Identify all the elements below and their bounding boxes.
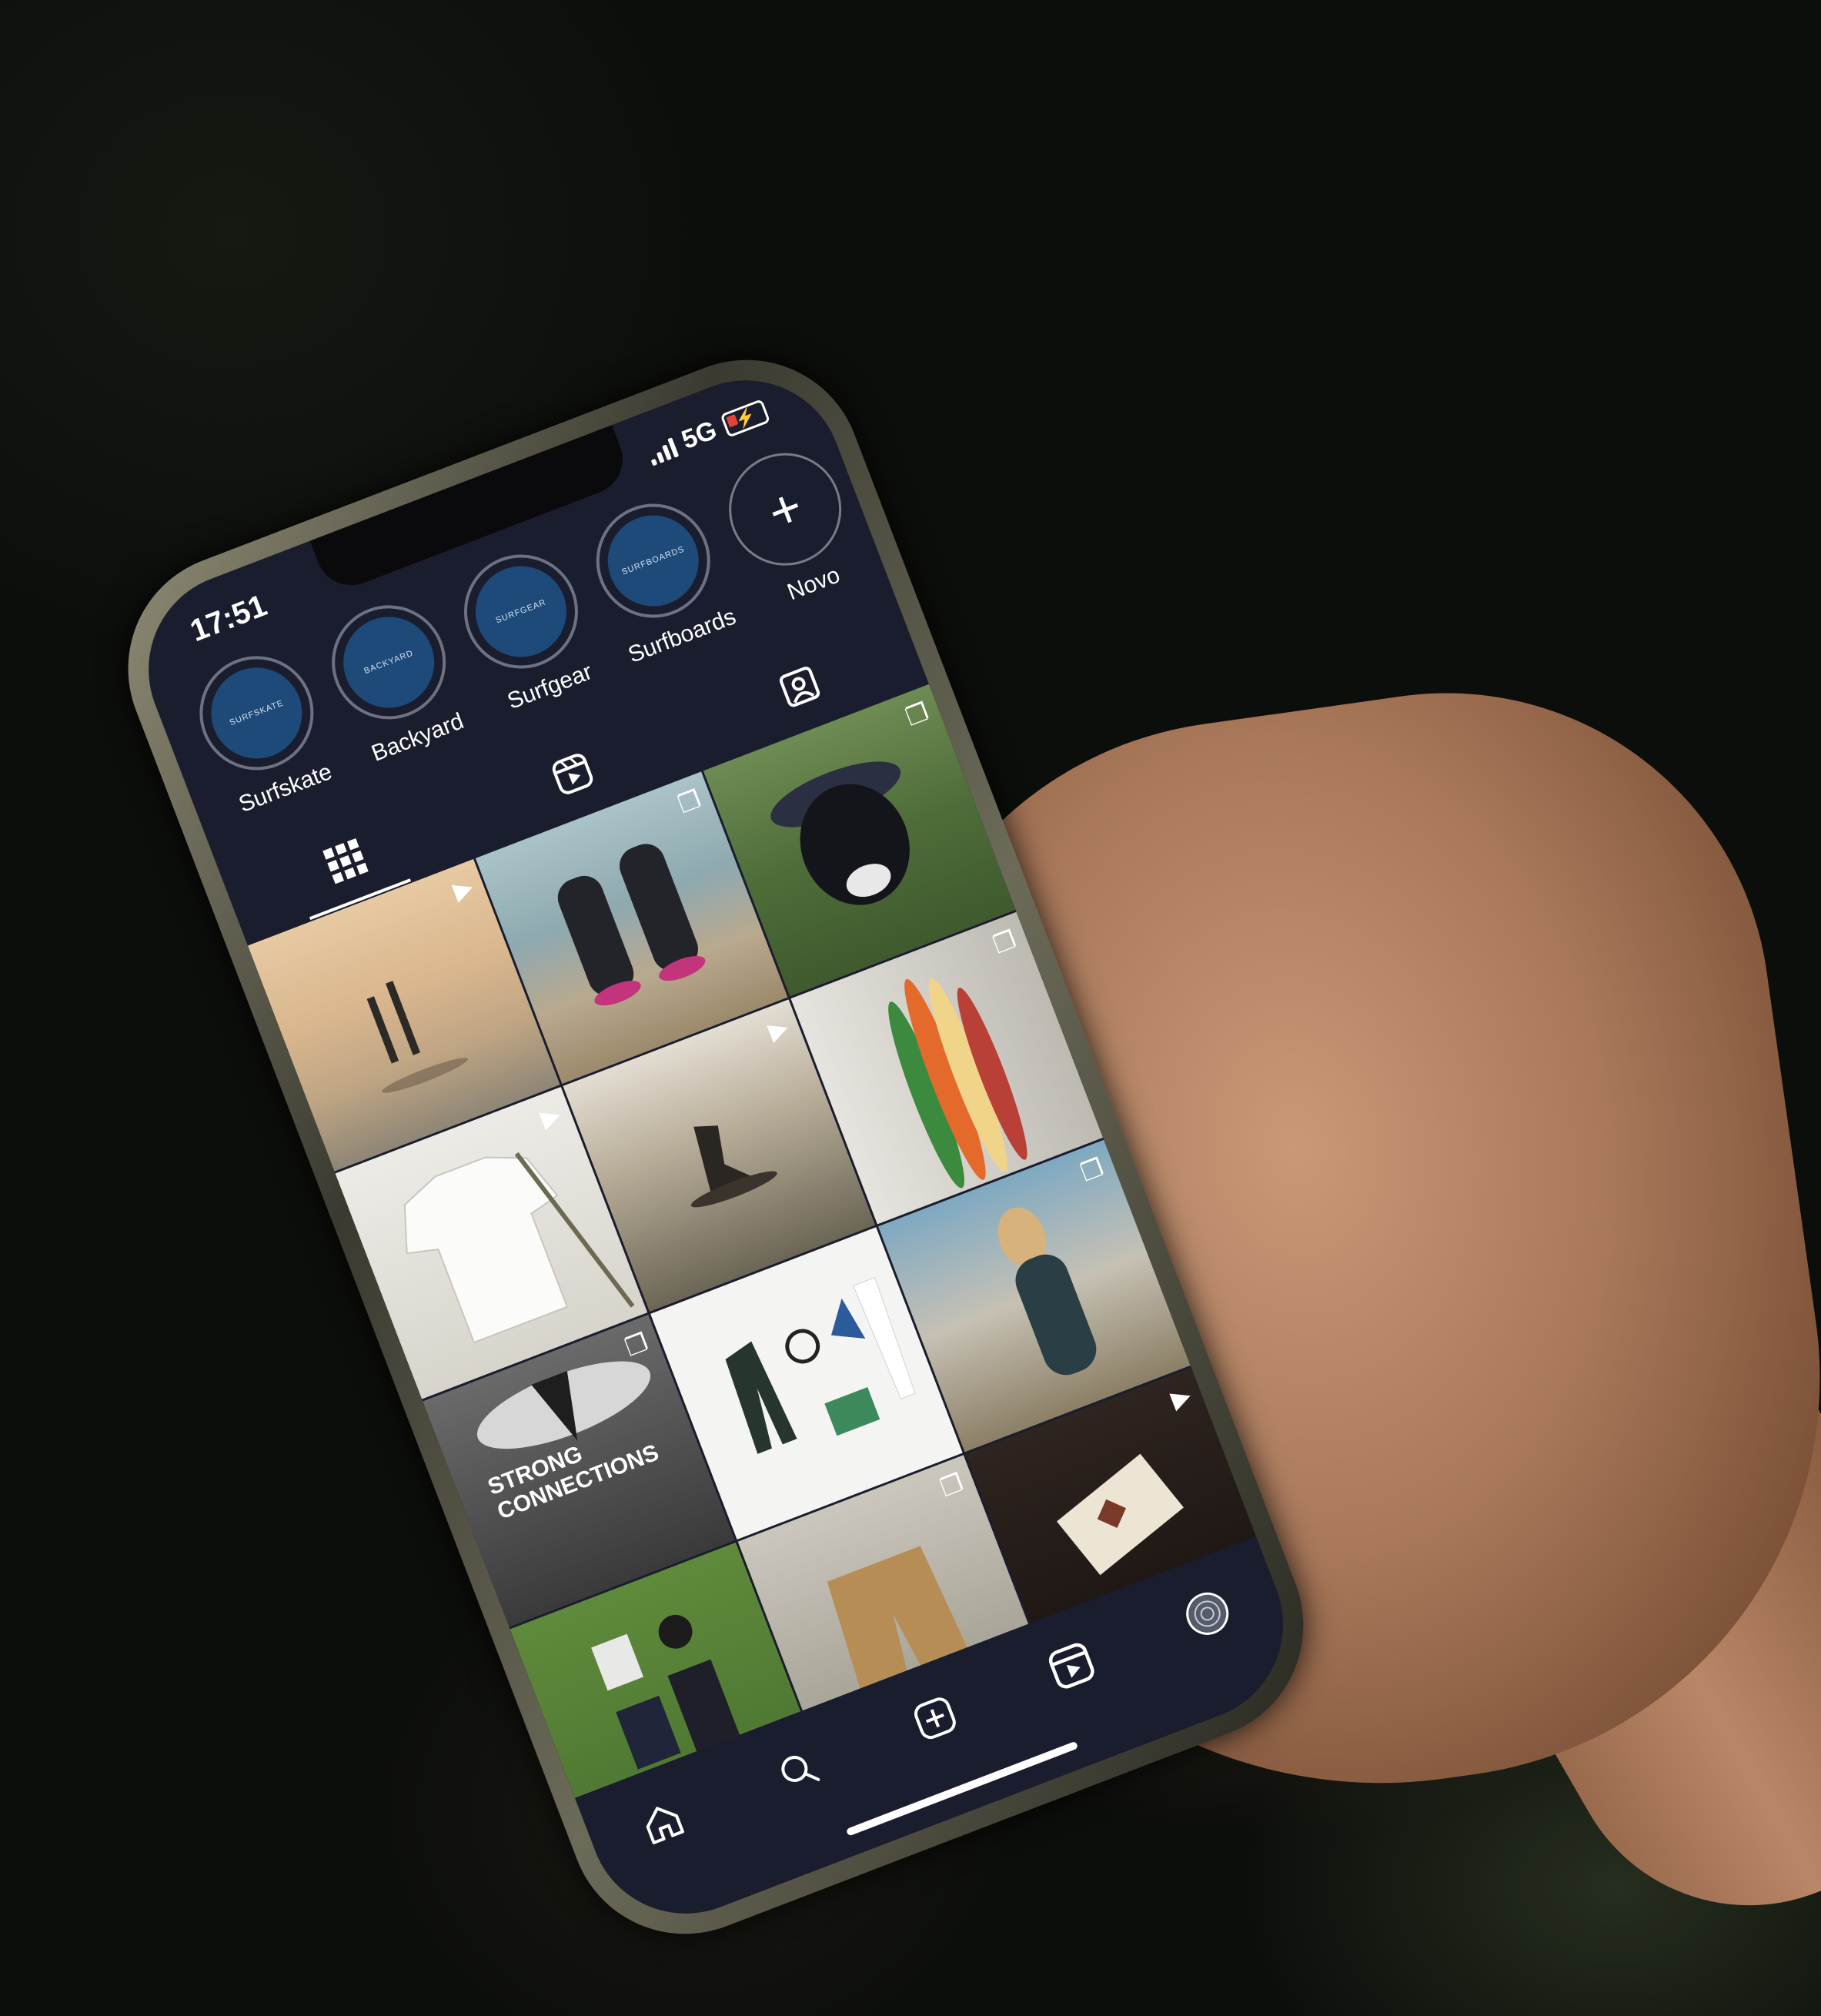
status-time: 17:51 <box>185 588 272 649</box>
highlight-cover: SURFGEAR <box>462 553 580 670</box>
highlight-ring: SURFSKATE <box>182 639 330 787</box>
highlight-cover: BACKYARD <box>329 603 448 721</box>
signal-icon <box>644 434 679 466</box>
highlight-ring: BACKYARD <box>315 588 463 737</box>
network-label: 5G <box>677 415 721 456</box>
nav-home[interactable] <box>628 1788 697 1857</box>
grid-icon <box>322 838 369 884</box>
highlight-cover: SURFSKATE <box>198 654 316 772</box>
nav-new-post[interactable] <box>900 1683 970 1753</box>
status-indicators: 5G ⚡ <box>643 396 771 469</box>
plus-icon: + <box>760 475 811 543</box>
nav-search[interactable] <box>764 1736 834 1805</box>
highlight-label: Novo <box>784 562 844 606</box>
battery-charging-icon: ⚡ <box>720 398 770 438</box>
reels-icon <box>552 754 593 794</box>
profile-avatar <box>1186 1592 1229 1635</box>
tagged-icon <box>779 667 820 707</box>
reels-icon <box>1048 1643 1094 1689</box>
search-icon <box>781 1755 820 1782</box>
photo-background: 17:51 5G ⚡ SURFSKATE Surfskate BACKYARD … <box>0 0 1821 2016</box>
highlight-ring: SURFBOARDS <box>580 486 727 635</box>
nav-reels[interactable] <box>1037 1631 1106 1700</box>
new-post-icon <box>914 1697 956 1740</box>
nav-profile[interactable] <box>1173 1579 1242 1648</box>
home-icon <box>646 1807 684 1844</box>
highlight-ring: SURFGEAR <box>447 537 595 686</box>
highlight-cover: SURFBOARDS <box>594 502 712 620</box>
highlight-ring: + <box>712 436 858 582</box>
